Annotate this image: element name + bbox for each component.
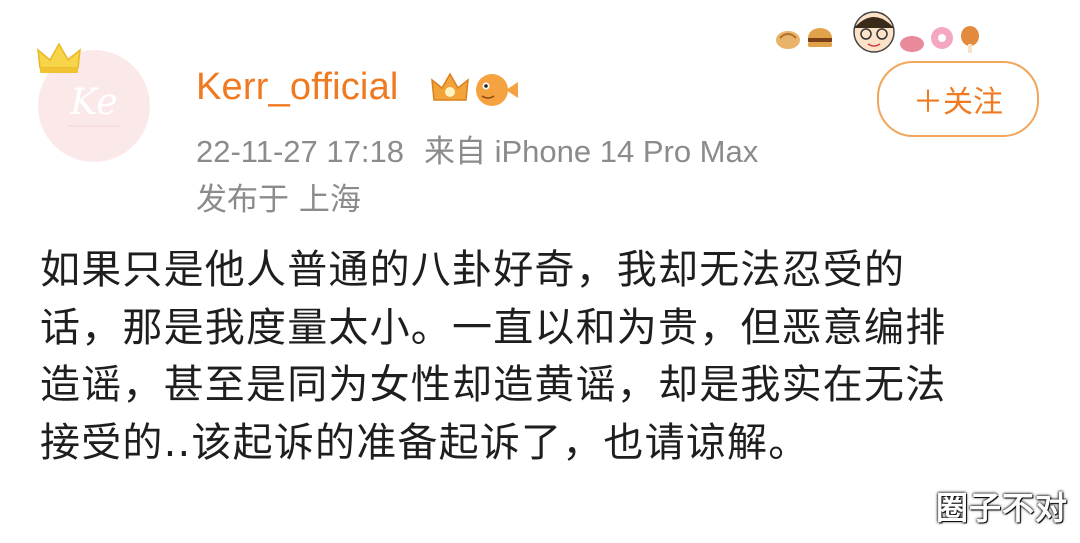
crown-icon	[37, 42, 81, 73]
decorative-sticker-strip	[772, 10, 994, 56]
drumstick-icon	[961, 26, 979, 53]
post-line: 接受的..该起诉的准备起诉了，也请谅解。	[40, 419, 810, 466]
user-badges	[430, 66, 520, 110]
username[interactable]: Kerr_official	[196, 66, 399, 109]
post-line: 话，那是我度量太小。一直以和为贵，但恶意编排	[40, 304, 947, 351]
burger-icon	[808, 28, 832, 47]
post-location: 发布于 上海	[196, 182, 361, 218]
follow-button[interactable]: ＋关注	[877, 61, 1039, 137]
post-body: 如果只是他人普通的八卦好奇，我却无法忍受的 话，那是我度量太小。一直以和为贵，但…	[40, 242, 1050, 472]
pufferfish-icon	[476, 74, 518, 106]
post-time: 22-11-27 17:18	[196, 134, 404, 169]
cartoon-face-icon	[853, 11, 924, 53]
post-line: 造谣，甚至是同为女性却造黄谣，却是我实在无法	[40, 362, 947, 408]
post-meta: 22-11-27 17:18 来自 iPhone 14 Pro Max	[196, 126, 758, 171]
svg-text:Ke: Ke	[69, 82, 117, 123]
post-source: 来自 iPhone 14 Pro Max	[423, 134, 759, 169]
donut-icon	[931, 27, 953, 49]
bread-icon	[776, 31, 800, 49]
avatar-container: Ke	[37, 38, 156, 162]
post-line: 如果只是他人普通的八卦好奇，我却无法忍受的	[40, 247, 906, 293]
watermark: 圈子不对	[935, 489, 1068, 527]
vip-crown-icon	[431, 72, 469, 101]
